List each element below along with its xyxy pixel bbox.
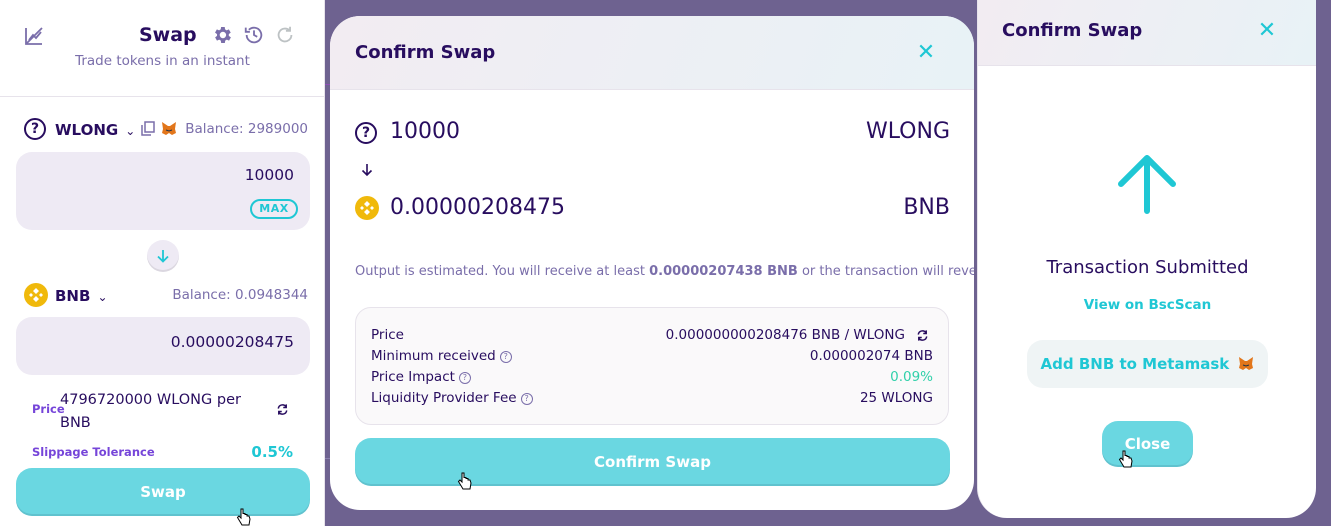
- from-balance: Balance: 2989000: [185, 121, 308, 137]
- invert-price-icon[interactable]: [916, 329, 929, 342]
- to-token-selector[interactable]: BNB ⌄: [55, 286, 108, 305]
- slippage-value[interactable]: 0.5%: [251, 443, 293, 461]
- price-value: 4796720000 WLONG per BNB: [60, 392, 241, 431]
- metamask-icon: [1239, 357, 1254, 370]
- from-amount-box[interactable]: 10000 MAX: [16, 152, 310, 230]
- estimate-note: Output is estimated. You will receive at…: [355, 264, 974, 279]
- swap-header: Swap Trade tokens in an instant: [0, 0, 325, 97]
- input-symbol: WLONG: [865, 119, 950, 144]
- swap-card: Swap Trade tokens in an instant ? WLONG …: [0, 0, 325, 526]
- input-amount: 10000: [390, 119, 460, 144]
- gear-icon[interactable]: [211, 24, 233, 46]
- transaction-submitted-modal: Confirm Swap ✕ Transaction Submitted Vie…: [977, 0, 1316, 518]
- invert-price-icon[interactable]: [276, 403, 289, 416]
- add-to-metamask-label: Add BNB to Metamask: [1040, 355, 1230, 373]
- hand-cursor-icon: [1118, 450, 1133, 468]
- output-amount: 0.00000208475: [390, 195, 565, 220]
- hand-cursor-icon: [457, 472, 472, 490]
- chevron-down-icon: ⌄: [125, 124, 136, 138]
- bnb-icon: [355, 196, 379, 220]
- detail-minimum-received-label: Minimum received: [371, 348, 496, 364]
- detail-price-impact-value: 0.09%: [890, 369, 933, 385]
- unknown-token-icon: ?: [24, 118, 46, 140]
- from-token-symbol: WLONG: [55, 121, 119, 139]
- close-icon[interactable]: ✕: [1256, 20, 1278, 42]
- status-text: Transaction Submitted: [1046, 257, 1249, 278]
- estimate-note-minimum: 0.00000207438 BNB: [649, 264, 798, 279]
- close-icon[interactable]: ✕: [915, 42, 937, 64]
- to-balance: Balance: 0.0948344: [172, 287, 308, 303]
- arrow-up-icon: [1118, 155, 1176, 214]
- history-icon[interactable]: [243, 24, 265, 46]
- to-amount-box[interactable]: 0.00000208475: [16, 317, 310, 375]
- modal-header: Confirm Swap ✕: [330, 16, 974, 90]
- close-button[interactable]: Close: [1102, 421, 1193, 467]
- detail-lp-fee-label: Liquidity Provider Fee: [371, 390, 517, 406]
- detail-minimum-received-value: 0.000002074 BNB: [809, 348, 933, 364]
- unknown-token-icon: ?: [355, 122, 377, 144]
- detail-lp-fee: Liquidity Provider Fee?: [371, 390, 533, 406]
- detail-price-value: 0.000000000208476 BNB / WLONG: [665, 327, 905, 343]
- estimate-note-suffix: or the transaction will revert.: [797, 264, 974, 279]
- from-amount-input[interactable]: 10000: [245, 166, 294, 184]
- to-amount-input[interactable]: 0.00000208475: [171, 333, 294, 351]
- arrow-down-icon: [361, 164, 373, 177]
- chevron-down-icon: ⌄: [97, 290, 108, 304]
- hand-cursor-icon: [236, 508, 251, 526]
- swap-title: Swap: [139, 24, 197, 46]
- bnb-icon: [24, 283, 48, 307]
- modal-title: Confirm Swap: [355, 42, 496, 63]
- confirm-swap-button[interactable]: Confirm Swap: [355, 438, 950, 486]
- help-icon[interactable]: ?: [499, 351, 512, 363]
- output-symbol: BNB: [903, 195, 950, 220]
- metamask-icon[interactable]: [161, 121, 177, 136]
- help-icon[interactable]: ?: [520, 393, 533, 405]
- detail-lp-fee-value: 25 WLONG: [859, 390, 933, 406]
- detail-price-label: Price: [371, 327, 404, 343]
- add-to-metamask-button[interactable]: Add BNB to Metamask: [1027, 340, 1268, 388]
- chart-toggle-icon[interactable]: [23, 25, 45, 47]
- swap-button[interactable]: Swap: [16, 468, 310, 516]
- estimate-note-prefix: Output is estimated. You will receive at…: [355, 264, 650, 279]
- switch-direction-button[interactable]: [147, 240, 179, 272]
- confirm-swap-modal: Confirm Swap ✕ ? 10000 WLONG 0.000002084…: [330, 16, 974, 510]
- swap-details-panel: Price 0.000000000208476 BNB / WLONG Mini…: [355, 307, 949, 425]
- to-token-symbol: BNB: [55, 287, 91, 305]
- swap-subtitle: Trade tokens in an instant: [75, 53, 250, 69]
- detail-minimum-received: Minimum received?: [371, 348, 512, 364]
- detail-price-impact-label: Price Impact: [371, 369, 455, 385]
- help-icon[interactable]: ?: [458, 372, 471, 384]
- refresh-icon[interactable]: [274, 24, 296, 46]
- modal-title: Confirm Swap: [1002, 20, 1143, 41]
- slippage-label: Slippage Tolerance: [32, 445, 155, 459]
- from-token-selector[interactable]: WLONG ⌄: [55, 120, 135, 139]
- detail-price-impact: Price Impact?: [371, 369, 471, 385]
- view-on-bscscan-link[interactable]: View on BscScan: [978, 297, 1316, 313]
- copy-address-icon[interactable]: [141, 121, 155, 136]
- modal-header: Confirm Swap ✕: [978, 0, 1316, 66]
- arrow-down-icon: [157, 250, 169, 263]
- max-button[interactable]: MAX: [250, 199, 298, 219]
